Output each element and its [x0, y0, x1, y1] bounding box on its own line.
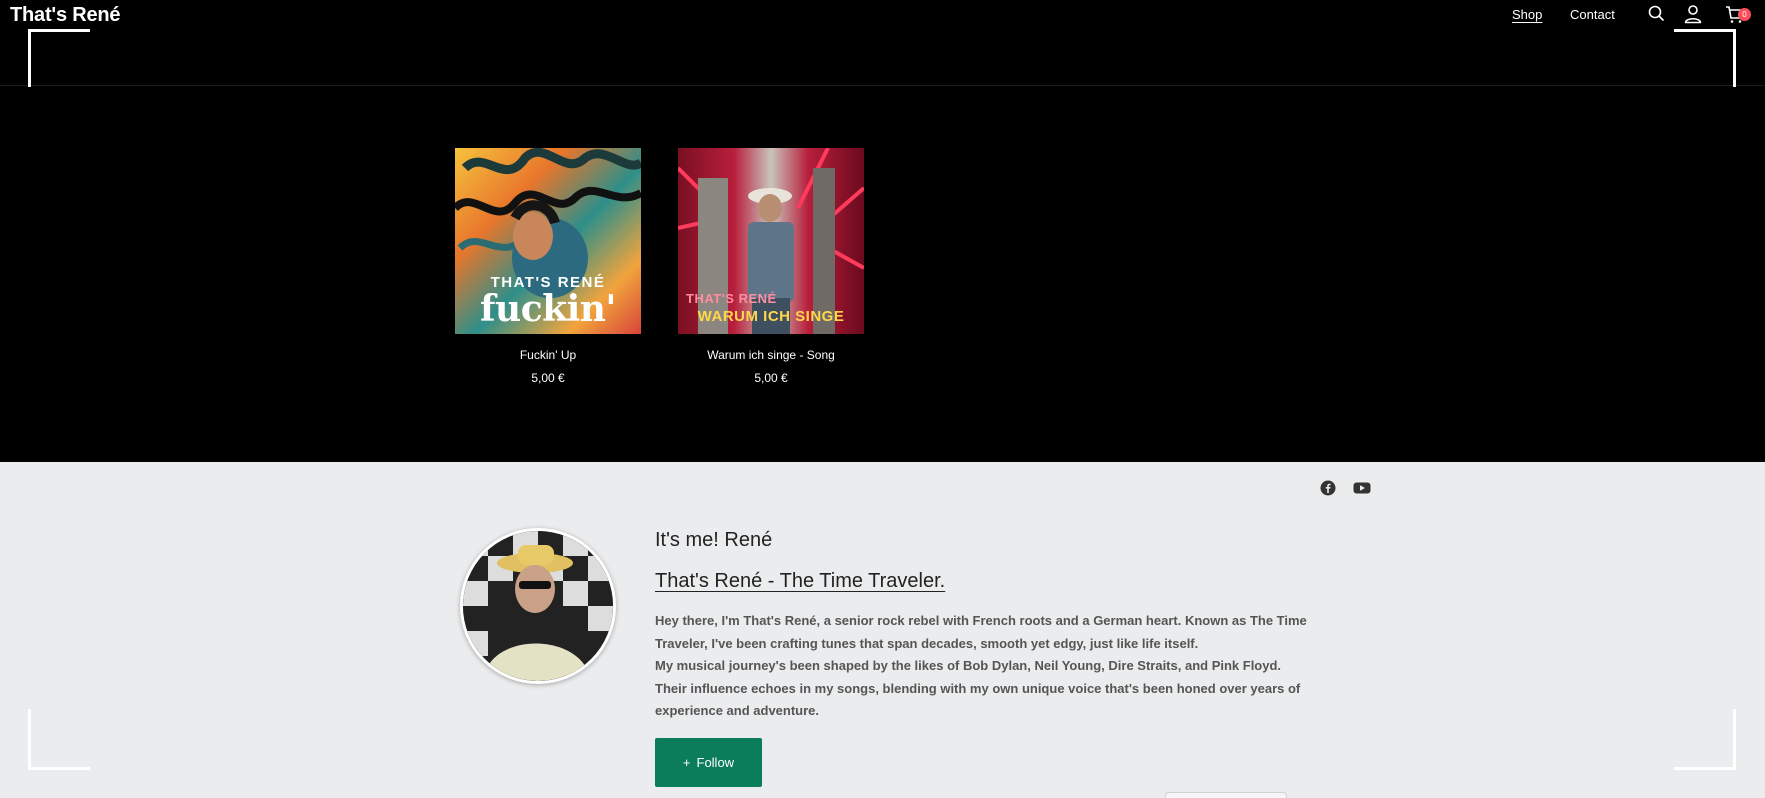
profile-subtitle-link[interactable]: That's René - The Time Traveler. — [655, 570, 945, 593]
follow-label: Follow — [696, 755, 735, 770]
top-section: That's René Shop Contact 0 THAT'S RENÉ f… — [0, 0, 1765, 462]
product-image[interactable]: THAT'S RENÉ WARUM ICH SINGE — [678, 148, 864, 334]
frame-corner — [1674, 29, 1736, 87]
nav-shop-link[interactable]: Shop — [1512, 7, 1542, 22]
product-price: 5,00 € — [754, 371, 788, 385]
product-image[interactable]: THAT'S RENÉ fuckin' up — [455, 148, 641, 334]
search-icon[interactable] — [1646, 3, 1668, 25]
youtube-icon[interactable] — [1353, 480, 1371, 496]
frame-corner — [28, 709, 90, 770]
avatar — [460, 528, 616, 684]
frame-corner — [1674, 709, 1736, 770]
frame-corner — [28, 29, 90, 87]
art-caption: fuckin' up — [480, 288, 616, 334]
profile-heading: It's me! René — [655, 529, 773, 551]
follow-button[interactable]: + Follow — [655, 738, 762, 787]
bio-paragraph: My musical journey's been shaped by the … — [655, 658, 1301, 718]
product-card[interactable]: THAT'S RENÉ fuckin' up Fuckin' Up 5,00 € — [455, 148, 641, 385]
plus-icon: + — [682, 755, 691, 770]
product-card[interactable]: THAT'S RENÉ WARUM ICH SINGE Warum ich si… — [678, 148, 864, 385]
header: That's René Shop Contact 0 — [0, 0, 1765, 86]
partial-button[interactable] — [1165, 792, 1287, 798]
nav-contact-link[interactable]: Contact — [1570, 7, 1615, 22]
product-name[interactable]: Fuckin' Up — [455, 348, 641, 362]
product-name[interactable]: Warum ich singe - Song — [678, 348, 864, 362]
user-icon[interactable] — [1682, 3, 1704, 25]
art-caption: WARUM ICH SINGE — [697, 308, 845, 325]
art-caption: THAT'S RENÉ — [686, 291, 777, 306]
profile-bio: Hey there, I'm That's René, a senior roc… — [655, 610, 1315, 723]
product-price: 5,00 € — [531, 371, 565, 385]
bio-paragraph: Hey there, I'm That's René, a senior roc… — [655, 613, 1307, 651]
brand-logo[interactable]: That's René — [10, 4, 121, 27]
facebook-icon[interactable] — [1320, 480, 1336, 496]
cart-count-badge: 0 — [1738, 8, 1751, 21]
